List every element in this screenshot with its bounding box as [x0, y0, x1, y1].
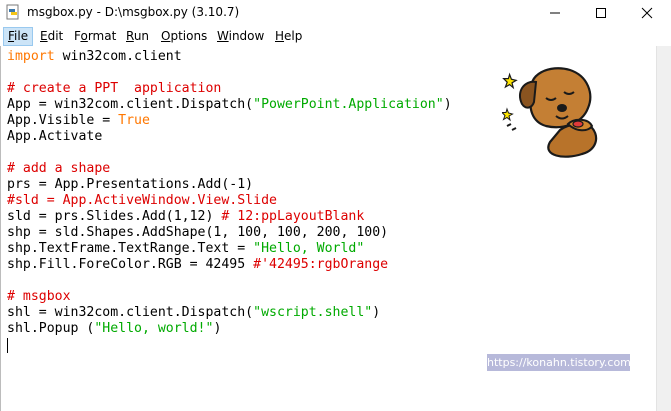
menu-window-accel: W — [217, 29, 229, 43]
code-line-1: win32com.client — [54, 49, 182, 64]
title-bar[interactable]: msgbox.py - D:\msgbox.py (3.10.7) — [0, 0, 671, 26]
menu-help-accel: H — [275, 29, 285, 43]
code-text[interactable]: import win32com.client # create a PPT ap… — [7, 49, 452, 337]
code-comment: # create a PPT application — [7, 81, 222, 96]
text-cursor — [7, 338, 8, 353]
code-string: "PowerPoint.Application" — [253, 97, 444, 112]
code-line-17-end: ) — [372, 305, 381, 320]
blog-watermark: https://konahn.tistory.com — [487, 354, 631, 371]
menu-format[interactable]: Format — [70, 28, 120, 45]
close-button[interactable] — [624, 0, 670, 26]
code-keyword: import — [7, 49, 55, 64]
code-line-18: shl.Popup ( — [7, 321, 95, 336]
menu-window[interactable]: Window — [213, 28, 268, 45]
menu-window-label: indow — [228, 29, 265, 43]
code-comment: # msgbox — [7, 289, 71, 304]
menu-options-label: ptions — [170, 29, 208, 43]
code-line-9: prs = App.Presentations.Add(-1) — [7, 177, 254, 192]
menu-run[interactable]: Run — [122, 28, 153, 45]
python-file-icon — [6, 4, 19, 20]
menu-format-accel: o — [80, 29, 88, 43]
code-line-12: shp = sld.Shapes.AddShape(1, 100, 100, 2… — [7, 225, 389, 240]
menu-edit[interactable]: Edit — [36, 28, 67, 45]
menu-options[interactable]: Options — [157, 28, 211, 45]
vertical-scrollbar[interactable] — [656, 46, 671, 411]
code-line-5: App.Visible = — [7, 113, 119, 128]
code-line-4-end: ) — [443, 97, 452, 112]
window-title: msgbox.py - D:\msgbox.py (3.10.7) — [27, 5, 240, 19]
code-comment: #sld = App.ActiveWindow.View.Slide — [7, 193, 277, 208]
maximize-button[interactable] — [578, 0, 624, 26]
code-comment: #'42495:rgbOrange — [253, 257, 389, 272]
maximize-icon — [596, 8, 606, 18]
code-line-13: shp.TextFrame.TextRange.Text = — [7, 241, 254, 256]
menu-edit-accel: E — [40, 29, 48, 43]
code-string: "Hello, world!" — [94, 321, 214, 336]
code-line-17: shl = win32com.client.Dispatch( — [7, 305, 254, 320]
code-line-14: shp.Fill.ForeColor.RGB = 42495 — [7, 257, 254, 272]
menu-help-label: elp — [284, 29, 303, 43]
editor-left-border — [0, 46, 1, 411]
code-string: "wscript.shell" — [253, 305, 373, 320]
menu-run-accel: R — [126, 29, 134, 43]
menu-edit-label: dit — [47, 29, 64, 43]
code-string: "Hello, World" — [253, 241, 365, 256]
menu-help[interactable]: Help — [271, 28, 306, 45]
minimize-button[interactable] — [532, 0, 578, 26]
menu-format-label: rmat — [87, 29, 117, 43]
menu-run-label: un — [133, 29, 150, 43]
close-icon — [641, 7, 653, 19]
menu-file-label: ile — [14, 29, 29, 43]
code-comment: # 12:ppLayoutBlank — [221, 209, 365, 224]
code-line-4: App = win32com.client.Dispatch( — [7, 97, 254, 112]
menu-file[interactable]: File — [3, 27, 34, 46]
code-line-6: App.Activate — [7, 129, 103, 144]
menu-bar: File Edit Format Run Options Window Help — [0, 26, 671, 47]
code-keyword: True — [118, 113, 150, 128]
code-line-11: sld = prs.Slides.Add(1,12) — [7, 209, 222, 224]
sleepy-dog-sticker — [502, 67, 598, 158]
minimize-icon — [550, 12, 560, 14]
code-comment: # add a shape — [7, 161, 111, 176]
code-line-18-end: ) — [213, 321, 222, 336]
